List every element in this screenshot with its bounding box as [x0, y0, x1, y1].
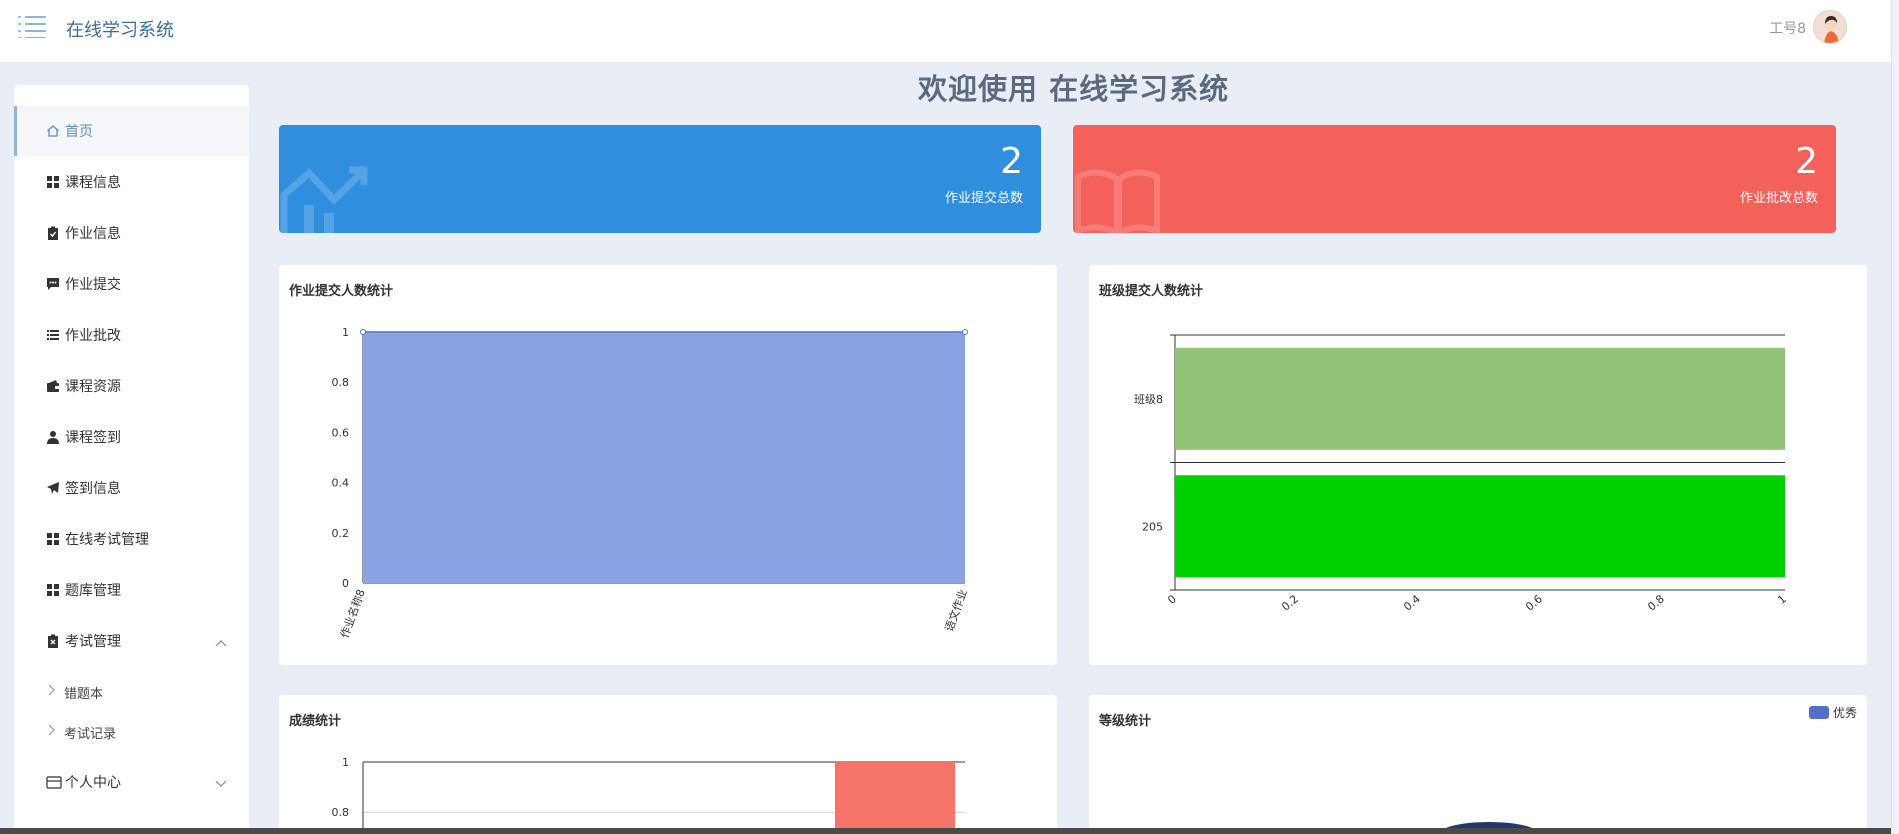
sidebar-item-course-resources[interactable]: 课程资源 [14, 361, 249, 411]
user-icon [46, 430, 60, 444]
id-card-icon [46, 775, 62, 789]
top-bar: 在线学习系统 工号8 [0, 0, 1899, 63]
x-tick-label: 0.8 [1645, 592, 1667, 613]
chart-panel-homework-submissions: 作业提交人数统计 0 0.2 0.4 0.6 0.8 1 作业名称8 语文作业 [279, 265, 1057, 665]
wallet-icon [46, 379, 60, 393]
clipboard-x-icon [46, 634, 60, 648]
x-tick-label: 语文作业 [942, 587, 970, 633]
page-title: 欢迎使用 在线学习系统 [918, 72, 1230, 106]
y-tick-label: 1 [342, 326, 349, 339]
sidebar-item-label: 作业提交 [65, 277, 121, 293]
sidebar-item-online-exam[interactable]: 在线考试管理 [14, 514, 249, 564]
list-icon [46, 328, 60, 342]
stat-label: 作业批改总数 [1739, 191, 1818, 206]
stat-card-submissions: 2 作业提交总数 [279, 125, 1041, 233]
chevron-down-icon [215, 776, 227, 792]
book-icon [1073, 165, 1163, 233]
bar-chart[interactable]: 0.81 [279, 695, 1057, 834]
y-tick-label: 205 [1142, 520, 1163, 533]
stat-card-gradings: 2 作业批改总数 [1073, 125, 1836, 233]
sidebar-item-exam-management[interactable]: 考试管理 [14, 616, 249, 666]
clipboard-check-icon [46, 226, 60, 240]
y-tick-label: 0.4 [332, 477, 350, 490]
y-tick-label: 0.8 [332, 376, 350, 389]
x-tick-label: 0.4 [1401, 592, 1423, 613]
chevron-right-icon [47, 684, 55, 700]
x-tick-label: 作业名称8 [337, 587, 368, 640]
chart-icon [279, 165, 369, 233]
bar [1175, 475, 1785, 578]
sidebar-item-course-info[interactable]: 课程信息 [14, 157, 249, 207]
bottom-bar [0, 828, 1891, 834]
bar [1175, 347, 1785, 450]
sidebar-subitem-label: 错题本 [64, 686, 104, 702]
sidebar-item-course-checkin[interactable]: 课程签到 [14, 412, 249, 462]
paper-plane-icon [46, 481, 60, 495]
sidebar-item-question-bank[interactable]: 题库管理 [14, 565, 249, 615]
x-tick-label: 0 [1165, 592, 1179, 606]
sidebar-item-personal-center[interactable]: 个人中心 [14, 757, 249, 807]
chart-panel-grades: 等级统计 优秀 [1089, 695, 1867, 834]
sidebar-item-home[interactable]: 首页 [14, 106, 249, 156]
data-point [962, 329, 968, 335]
data-point [360, 329, 366, 335]
sidebar: 首页 课程信息 作业信息 作业提交 作业批改 课程资源 课程签到 签到信息 在线… [14, 85, 249, 834]
chevron-right-icon [47, 724, 55, 740]
sidebar-item-homework-grading[interactable]: 作业批改 [14, 310, 249, 360]
grid-icon [46, 583, 60, 597]
y-tick-label: 0.2 [332, 527, 350, 540]
home-icon [46, 124, 60, 138]
sidebar-subitem-wrong-questions[interactable]: 错题本 [14, 674, 249, 710]
sidebar-item-label: 题库管理 [65, 583, 121, 599]
sidebar-item-label: 首页 [65, 124, 93, 140]
grid-icon [46, 532, 60, 546]
y-tick-label: 0.8 [332, 806, 350, 819]
chat-icon [46, 277, 60, 291]
sidebar-item-checkin-info[interactable]: 签到信息 [14, 463, 249, 513]
x-tick-label: 0.2 [1279, 592, 1301, 613]
sidebar-item-label: 个人中心 [65, 775, 121, 791]
sidebar-item-homework-submit[interactable]: 作业提交 [14, 259, 249, 309]
y-tick-label: 0 [342, 577, 349, 590]
bar [835, 762, 955, 834]
sidebar-subitem-exam-records[interactable]: 考试记录 [14, 714, 249, 750]
horizontal-bar-chart[interactable]: 205 班级8 0 0.2 0.4 0.6 0.8 1 [1089, 265, 1867, 665]
y-tick-label: 1 [342, 756, 349, 769]
chevron-up-icon [215, 635, 227, 651]
user-name[interactable]: 工号8 [1769, 18, 1806, 38]
avatar[interactable] [1813, 10, 1847, 44]
sidebar-item-label: 课程签到 [65, 430, 121, 446]
sidebar-item-label: 课程信息 [65, 175, 121, 191]
sidebar-subitem-label: 考试记录 [64, 726, 117, 742]
sidebar-item-label: 签到信息 [65, 481, 121, 497]
sidebar-item-label: 考试管理 [65, 634, 121, 650]
sidebar-item-label: 作业批改 [65, 328, 121, 344]
y-tick-label: 班级8 [1134, 393, 1163, 406]
area-fill [363, 332, 965, 583]
sidebar-item-label: 在线考试管理 [65, 532, 149, 548]
sidebar-item-homework-info[interactable]: 作业信息 [14, 208, 249, 258]
x-tick-label: 1 [1775, 592, 1789, 606]
app-title: 在线学习系统 [66, 20, 174, 41]
grid-icon [46, 175, 60, 189]
stat-value: 2 [1795, 141, 1818, 182]
chart-panel-class-submissions: 班级提交人数统计 205 班级8 0 0.2 0.4 0.6 0.8 1 [1089, 265, 1867, 665]
menu-toggle-icon[interactable] [18, 14, 46, 38]
stat-label: 作业提交总数 [944, 191, 1023, 206]
x-tick-label: 0.6 [1523, 592, 1545, 613]
chart-panel-scores: 成绩统计 0.8 1 [279, 695, 1057, 834]
sidebar-item-label: 课程资源 [65, 379, 121, 395]
sidebar-item-label: 作业信息 [65, 226, 121, 242]
stat-value: 2 [1000, 141, 1023, 182]
scrollbar-track[interactable] [1891, 0, 1899, 834]
y-tick-label: 0.6 [332, 426, 350, 439]
area-chart[interactable]: 0 0.2 0.4 0.6 0.8 1 作业名称8 语文作业 [279, 265, 1057, 665]
pie-chart[interactable] [1089, 695, 1867, 834]
